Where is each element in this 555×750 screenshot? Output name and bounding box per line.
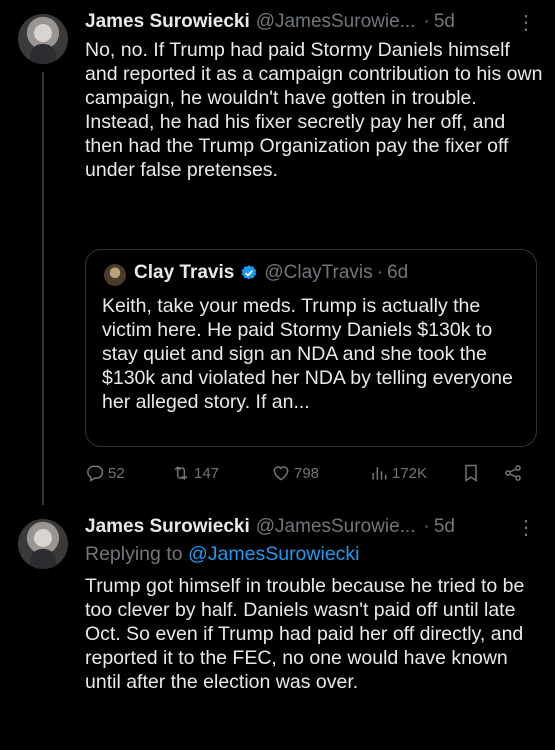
- thread-line: [42, 72, 44, 505]
- quoted-author-name: Clay Travis: [134, 262, 235, 283]
- separator-dot: ·: [423, 11, 430, 32]
- tweet-text: No, no. If Trump had paid Stormy Daniels…: [85, 39, 543, 181]
- verified-badge-icon: [242, 265, 257, 280]
- author-name[interactable]: James Surowiecki: [85, 516, 250, 538]
- author-handle[interactable]: @JamesSurowie...: [256, 11, 416, 33]
- more-options-icon[interactable]: ⋮: [516, 10, 536, 35]
- timestamp[interactable]: 5d: [434, 11, 455, 33]
- reply-count: 52: [108, 464, 125, 482]
- quoted-timestamp: 6d: [387, 262, 409, 283]
- tweet-header: James Surowiecki @JamesSurowie... · 5d ⋮: [85, 10, 545, 34]
- reply-icon: [87, 465, 104, 482]
- heart-icon: [273, 466, 289, 481]
- replying-to: Replying to @JamesSurowiecki: [85, 543, 360, 566]
- avatar[interactable]: [18, 14, 68, 64]
- quoted-header: Clay Travis @ClayTravis · 6d: [134, 262, 408, 284]
- author-name[interactable]: James Surowiecki: [85, 11, 250, 33]
- bookmark-button[interactable]: [461, 463, 484, 483]
- views-button[interactable]: 172K: [369, 463, 427, 483]
- quoted-tweet[interactable]: Clay Travis @ClayTravis · 6d Keith, take…: [85, 249, 537, 447]
- quoted-author-handle: @ClayTravis: [264, 262, 373, 283]
- repost-button[interactable]: 147: [171, 463, 219, 483]
- tweet-1[interactable]: James Surowiecki @JamesSurowie... · 5d ⋮…: [0, 0, 555, 505]
- like-button[interactable]: 798: [271, 463, 319, 483]
- replying-prefix: Replying to: [85, 543, 188, 565]
- like-count: 798: [294, 464, 320, 482]
- timestamp[interactable]: 5d: [434, 516, 455, 538]
- repost-icon: [174, 466, 188, 480]
- tweet-text: Trump got himself in trouble because he …: [85, 575, 525, 693]
- repost-count: 147: [194, 464, 220, 482]
- quoted-text: Keith, take your meds. Trump is actually…: [102, 295, 513, 413]
- quoted-separator-dot: ·: [376, 262, 383, 283]
- share-button[interactable]: [503, 463, 526, 483]
- replying-handle-link[interactable]: @JamesSurowiecki: [188, 543, 360, 565]
- quoted-avatar: [104, 264, 126, 286]
- separator-dot: ·: [423, 516, 430, 537]
- bookmark-icon: [465, 464, 477, 482]
- tweet-2[interactable]: James Surowiecki @JamesSurowie... · 5d ⋮…: [0, 505, 555, 750]
- author-handle[interactable]: @JamesSurowie...: [256, 516, 416, 538]
- more-options-icon[interactable]: ⋮: [516, 515, 536, 540]
- share-icon: [505, 465, 521, 481]
- views-icon: [372, 467, 387, 480]
- avatar[interactable]: [18, 519, 68, 569]
- view-count: 172K: [392, 464, 428, 482]
- tweet-header: James Surowiecki @JamesSurowie... · 5d ⋮: [85, 515, 545, 539]
- action-bar: 52 147 798 172K: [85, 463, 545, 489]
- reply-button[interactable]: 52: [85, 463, 125, 483]
